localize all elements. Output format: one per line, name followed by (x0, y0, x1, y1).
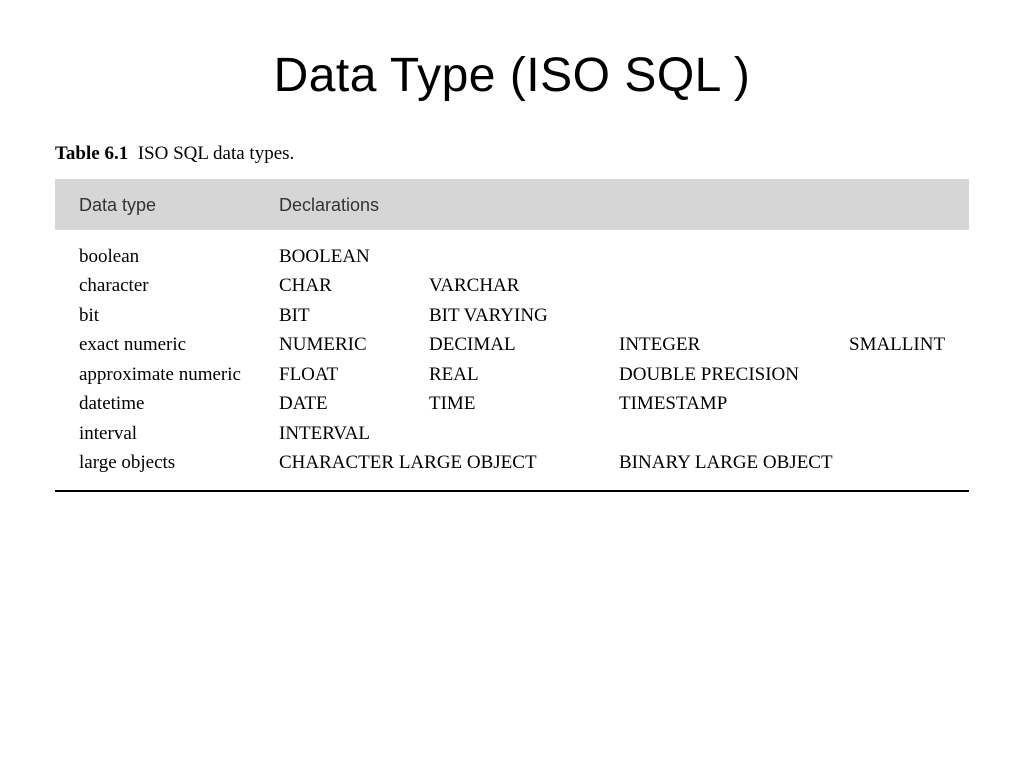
cell-decl: BIT (279, 301, 429, 330)
header-data-type: Data type (55, 195, 279, 216)
table-body: boolean BOOLEAN character CHAR VARCHAR b… (55, 230, 969, 492)
table-row: interval INTERVAL (55, 419, 969, 448)
cell-decl: SMALLINT (849, 330, 945, 359)
cell-decl: CHARACTER LARGE OBJECT (279, 448, 619, 477)
cell-type: approximate numeric (79, 360, 279, 389)
cell-decl: VARCHAR (429, 271, 619, 300)
cell-decl: TIME (429, 389, 619, 418)
table-row: bit BIT BIT VARYING (55, 301, 969, 330)
table-row: boolean BOOLEAN (55, 242, 969, 271)
cell-decl: INTERVAL (279, 419, 429, 448)
table-row: large objects CHARACTER LARGE OBJECT BIN… (55, 448, 969, 477)
cell-type: large objects (79, 448, 279, 477)
caption-label: Table 6.1 (55, 143, 128, 164)
cell-decl: DATE (279, 389, 429, 418)
page-title: Data Type (ISO SQL ) (0, 0, 1024, 143)
cell-decl: FLOAT (279, 360, 429, 389)
table-row: character CHAR VARCHAR (55, 271, 969, 300)
cell-decl: BOOLEAN (279, 242, 429, 271)
slide: Data Type (ISO SQL ) Table 6.1 ISO SQL d… (0, 0, 1024, 768)
cell-type: interval (79, 419, 279, 448)
data-types-table: Data type Declarations boolean BOOLEAN c… (55, 179, 969, 492)
cell-decl: REAL (429, 360, 619, 389)
cell-decl: DOUBLE PRECISION (619, 360, 849, 389)
table-header: Data type Declarations (55, 179, 969, 230)
table-caption: Table 6.1 ISO SQL data types. (0, 143, 1024, 179)
cell-type: character (79, 271, 279, 300)
table-row: approximate numeric FLOAT REAL DOUBLE PR… (55, 360, 969, 389)
cell-decl: TIMESTAMP (619, 389, 849, 418)
caption-text: ISO SQL data types. (138, 143, 295, 164)
table-row: datetime DATE TIME TIMESTAMP (55, 389, 969, 418)
table-row: exact numeric NUMERIC DECIMAL INTEGER SM… (55, 330, 969, 359)
cell-decl: NUMERIC (279, 330, 429, 359)
cell-decl: INTEGER (619, 330, 849, 359)
cell-decl: DECIMAL (429, 330, 619, 359)
cell-type: bit (79, 301, 279, 330)
cell-decl: CHAR (279, 271, 429, 300)
header-declarations: Declarations (279, 195, 429, 216)
cell-type: datetime (79, 389, 279, 418)
cell-decl: BINARY LARGE OBJECT (619, 448, 849, 477)
cell-decl: BIT VARYING (429, 301, 619, 330)
cell-type: exact numeric (79, 330, 279, 359)
cell-type: boolean (79, 242, 279, 271)
